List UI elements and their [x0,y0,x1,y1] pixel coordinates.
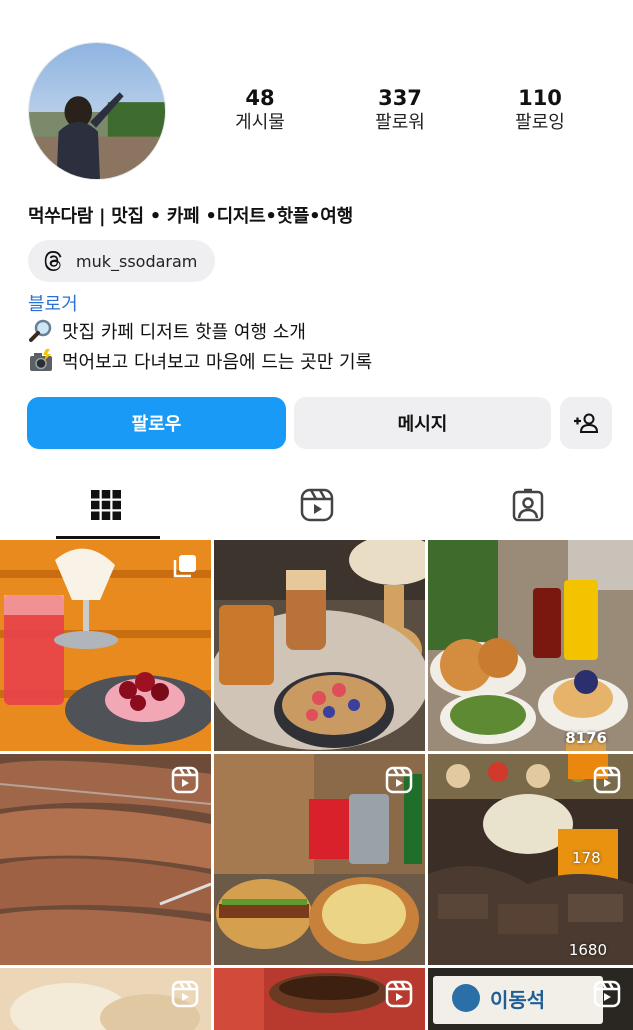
tab-reels[interactable] [211,470,422,540]
post-tile[interactable] [0,754,211,965]
post-tile[interactable]: 8176 [428,540,633,751]
reels-icon [593,980,621,1008]
profile-name: 먹쑤다람 | 맛집 • 카페 •디저트•핫플•여행 [28,206,353,227]
bio-line-2: 먹어보고 다녀보고 마음에 드는 곳만 기록 [28,348,372,374]
stat-followers-label: 팔로워 [375,112,425,133]
reels-icon [385,766,413,794]
category-link[interactable]: 블로거 [28,290,78,316]
post-image [428,540,633,751]
camera-flash-emoji-icon [30,349,52,371]
magnifier-emoji-icon [29,319,52,342]
multi-post-icon [173,555,196,578]
profile-avatar[interactable] [28,42,166,180]
tab-selected-indicator [56,536,160,539]
signboard-text: 이동석 [490,988,546,1012]
grid-icon [90,490,121,520]
bio-line-1: 맛집 카페 디저트 핫플 여행 소개 [28,318,306,344]
post-tile[interactable]: 이동석 [428,968,633,1030]
tagged-person-icon [512,488,543,522]
post-tile[interactable] [214,968,425,1030]
tab-tagged[interactable] [422,470,633,540]
bio-text-1: 맛집 카페 디저트 핫플 여행 소개 [62,322,306,343]
overlay-count: 1680 [568,941,607,959]
threads-handle: muk_ssodaram [76,251,198,271]
add-user-icon [574,413,599,433]
post-grid: 8176 178 1680 이동석 [0,540,633,1030]
stat-posts-count: 48 [245,86,275,110]
profile-tabs [0,470,633,540]
reels-icon [385,980,413,1008]
post-tile[interactable] [214,540,425,751]
suggest-users-button[interactable] [560,397,612,449]
post-tile[interactable] [214,754,425,965]
post-tile[interactable] [0,968,211,1030]
post-tile[interactable]: 178 1680 [428,754,633,965]
reels-icon [171,980,199,1008]
stat-following[interactable]: 110 팔로잉 [470,86,610,134]
post-image [214,540,425,751]
message-button[interactable]: 메시지 [294,397,551,449]
stat-followers[interactable]: 337 팔로워 [330,86,470,134]
threads-icon [44,251,62,271]
bio-text-2: 먹어보고 다녀보고 마음에 드는 곳만 기록 [62,352,373,373]
reels-icon [300,488,333,522]
stat-following-label: 팔로잉 [515,112,565,133]
stat-posts[interactable]: 48 게시물 [190,86,330,134]
reels-icon [593,766,621,794]
stat-followers-count: 337 [378,86,422,110]
overlay-count: 8176 [565,729,607,747]
avatar-image [29,43,165,179]
tab-grid[interactable] [0,470,211,540]
profile-stats: 48 게시물 337 팔로워 110 팔로잉 [190,86,610,134]
post-tile[interactable] [0,540,211,751]
threads-badge[interactable]: muk_ssodaram [28,240,216,282]
follow-button[interactable]: 팔로우 [27,397,286,449]
stat-following-count: 110 [518,86,562,110]
stat-posts-label: 게시물 [235,112,285,133]
reels-icon [171,766,199,794]
overlay-count: 178 [572,849,601,867]
